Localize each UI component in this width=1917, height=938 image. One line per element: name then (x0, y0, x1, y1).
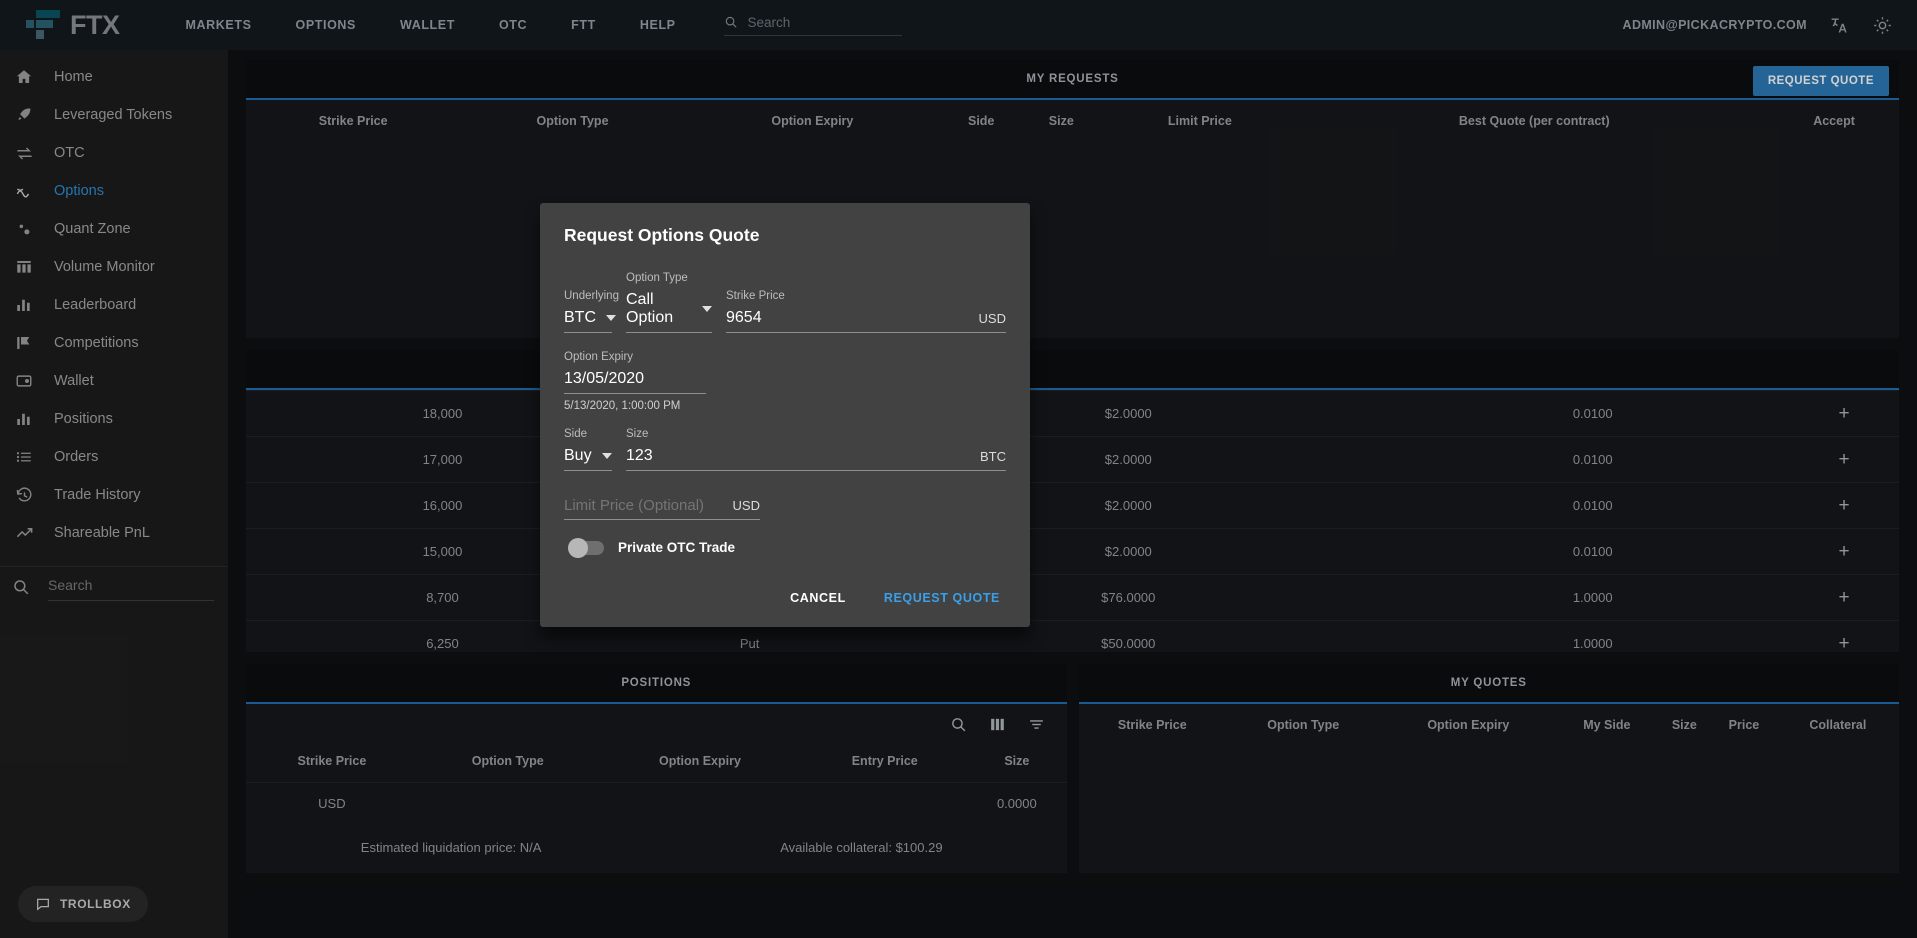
side-label: Side (564, 428, 588, 440)
strike-price-field[interactable]: Strike Price USD (726, 290, 1006, 333)
option-expiry-input[interactable] (564, 370, 706, 388)
cancel-button[interactable]: CANCEL (784, 583, 852, 613)
side-field[interactable]: Side Buy (564, 428, 612, 471)
underlying-select[interactable]: BTC (564, 309, 616, 333)
underlying-label: Underlying (564, 290, 619, 302)
private-otc-trade-row: Private OTC Trade (568, 537, 1006, 558)
option-expiry-field[interactable]: Option Expiry (564, 351, 706, 394)
strike-price-label: Strike Price (726, 290, 785, 302)
option-type-field[interactable]: Option Type Call Option (626, 272, 712, 333)
submit-request-quote-button[interactable]: REQUEST QUOTE (878, 583, 1006, 613)
side-value: Buy (564, 447, 592, 464)
option-type-value: Call Option (626, 291, 674, 326)
strike-price-input[interactable] (726, 309, 963, 327)
limit-price-row: USD (564, 497, 1006, 520)
chevron-down-icon (601, 453, 612, 459)
size-field[interactable]: Size BTC (626, 428, 1006, 471)
underlying-value: BTC (564, 309, 596, 326)
limit-price-field[interactable]: USD (564, 497, 760, 520)
underlying-field[interactable]: Underlying BTC (564, 290, 619, 333)
chevron-down-icon (606, 315, 616, 321)
option-expiry-row: Option Expiry (564, 351, 1006, 394)
side-size-row: Side Buy Size BTC (564, 428, 1006, 471)
limit-price-input-wrap[interactable]: USD (564, 497, 760, 520)
underlying-type-strike-row: Underlying BTC Option Type Call Option S… (564, 272, 1006, 333)
strike-price-input-wrap[interactable]: USD (726, 309, 1006, 333)
chevron-down-icon (702, 306, 712, 312)
request-options-quote-dialog: Request Options Quote Underlying BTC Opt… (540, 203, 1030, 627)
side-select[interactable]: Buy (564, 447, 612, 471)
ftx-options-app: FTX MARKETS OPTIONS WALLET OTC FTT HELP … (0, 0, 1917, 938)
dialog-title: Request Options Quote (564, 225, 760, 245)
option-type-select[interactable]: Call Option (626, 291, 712, 333)
size-currency: BTC (980, 448, 1006, 464)
private-otc-trade-toggle[interactable] (568, 537, 604, 558)
limit-price-input[interactable] (564, 497, 717, 514)
size-input-wrap[interactable]: BTC (626, 447, 1006, 471)
size-label: Size (626, 428, 649, 440)
option-expiry-label: Option Expiry (564, 351, 634, 363)
private-otc-trade-label: Private OTC Trade (618, 540, 736, 555)
option-type-label: Option Type (626, 272, 688, 284)
toggle-knob (568, 537, 588, 558)
option-expiry-input-wrap[interactable] (564, 370, 706, 394)
strike-price-currency: USD (978, 310, 1006, 326)
size-input[interactable] (626, 447, 964, 465)
limit-price-currency: USD (732, 498, 760, 513)
option-expiry-helper-text: 5/13/2020, 1:00:00 PM (564, 400, 681, 412)
dialog-actions: CANCEL REQUEST QUOTE (564, 583, 1006, 613)
